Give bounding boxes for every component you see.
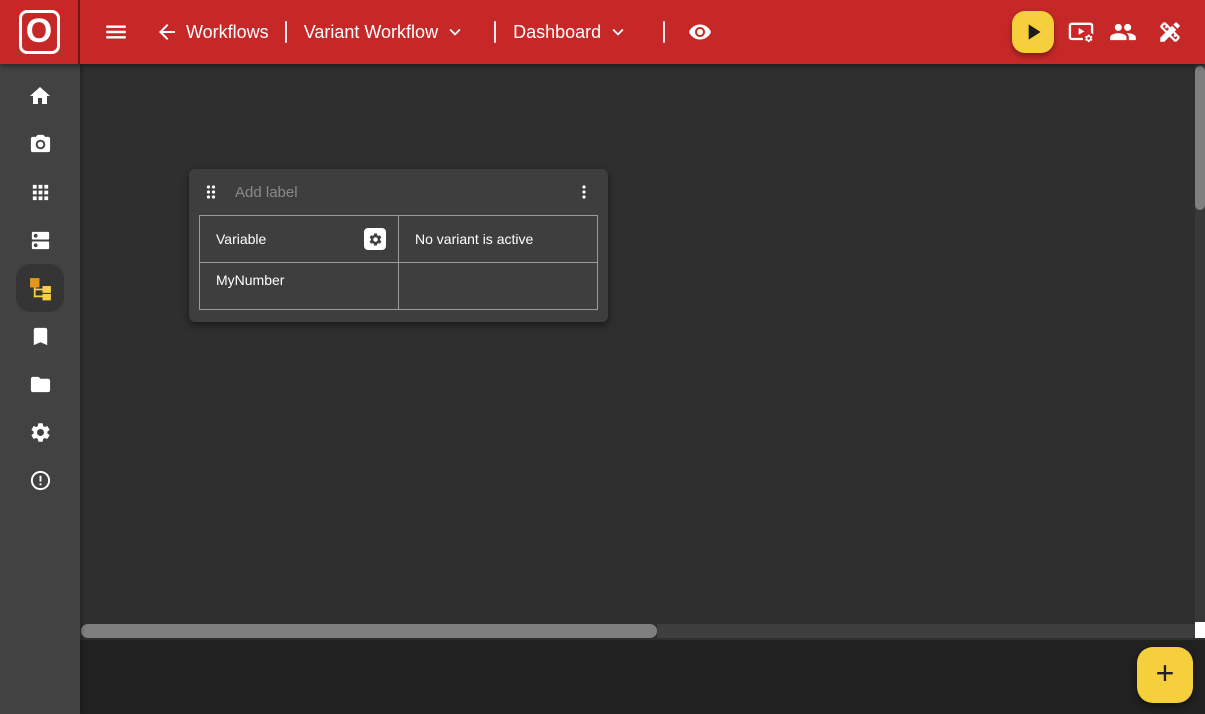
widget-label-input[interactable]: Add label xyxy=(235,184,298,201)
variable-table: Variable No variant is active MyNumber xyxy=(199,215,598,310)
widget-menu-button[interactable] xyxy=(572,180,596,204)
sidebar-item-apps[interactable] xyxy=(16,168,64,216)
variable-name: Variable xyxy=(216,231,266,247)
run-settings-button[interactable] xyxy=(1067,18,1095,46)
app-logo[interactable]: O xyxy=(0,0,80,64)
design-services-icon xyxy=(1157,19,1183,45)
design-mode-button[interactable] xyxy=(1157,19,1183,45)
variant-status-cell: No variant is active xyxy=(399,216,598,263)
dashboard-canvas[interactable]: Add label Variable xyxy=(80,64,1205,640)
folder-icon xyxy=(29,373,52,396)
apps-grid-icon xyxy=(29,181,52,204)
bottom-panel: + xyxy=(80,640,1205,714)
nav-workflows-label[interactable]: Workflows xyxy=(186,22,269,43)
bookmark-icon xyxy=(29,325,52,348)
variable-widget-card[interactable]: Add label Variable xyxy=(189,169,608,322)
horizontal-scrollbar-thumb[interactable] xyxy=(81,624,657,638)
sidebar xyxy=(0,64,80,714)
kebab-menu-icon xyxy=(574,182,594,202)
variable-value-cell[interactable] xyxy=(399,263,598,310)
preview-button[interactable] xyxy=(685,20,715,44)
workflow-selector[interactable]: Variant Workflow xyxy=(304,21,466,43)
chevron-down-icon xyxy=(607,21,629,43)
table-row: MyNumber xyxy=(200,263,598,310)
logo-letter: O xyxy=(26,14,52,48)
variable-header-cell: Variable xyxy=(200,216,399,263)
users-button[interactable] xyxy=(1109,18,1137,46)
view-selector[interactable]: Dashboard xyxy=(513,21,629,43)
gear-icon xyxy=(368,232,383,247)
app-bar: O Workflows Variant Workflow Dashboard xyxy=(0,0,1205,64)
group-icon xyxy=(1109,18,1137,46)
workflow-tree-icon xyxy=(28,276,53,301)
separator xyxy=(494,21,496,43)
run-workflow-button[interactable] xyxy=(1012,11,1054,53)
workflow-selector-label: Variant Workflow xyxy=(304,22,438,43)
sidebar-item-servers[interactable] xyxy=(16,216,64,264)
separator xyxy=(285,21,287,43)
play-icon xyxy=(1020,19,1046,45)
topbar-actions xyxy=(1012,11,1183,53)
sidebar-item-camera[interactable] xyxy=(16,120,64,168)
arrow-back-icon xyxy=(155,20,179,44)
vertical-scrollbar-thumb[interactable] xyxy=(1195,66,1205,210)
view-selector-label: Dashboard xyxy=(513,22,601,43)
variable-settings-button[interactable] xyxy=(364,228,386,250)
back-button[interactable] xyxy=(155,20,179,44)
camera-icon xyxy=(29,133,52,156)
sidebar-item-bookmarks[interactable] xyxy=(16,312,64,360)
chevron-down-icon xyxy=(444,21,466,43)
video-settings-icon xyxy=(1067,18,1095,46)
plus-icon: + xyxy=(1156,657,1175,689)
widget-header: Add label xyxy=(189,169,608,215)
sidebar-item-files[interactable] xyxy=(16,360,64,408)
eye-icon xyxy=(685,20,715,44)
drag-handle-icon[interactable] xyxy=(201,182,221,202)
dns-server-icon xyxy=(29,229,52,252)
horizontal-scrollbar-track[interactable] xyxy=(657,624,1195,638)
sidebar-item-settings[interactable] xyxy=(16,408,64,456)
variable-value-name-cell[interactable]: MyNumber xyxy=(200,263,399,310)
error-icon xyxy=(29,469,52,492)
logo-frame-icon: O xyxy=(19,10,60,54)
sidebar-item-alerts[interactable] xyxy=(16,456,64,504)
sidebar-item-home[interactable] xyxy=(16,72,64,120)
menu-button[interactable] xyxy=(103,19,129,45)
scrollbar-corner xyxy=(1195,622,1205,638)
home-icon xyxy=(28,84,52,108)
gear-icon xyxy=(29,421,52,444)
table-row: Variable No variant is active xyxy=(200,216,598,263)
separator xyxy=(663,21,665,43)
hamburger-menu-icon xyxy=(103,19,129,45)
sidebar-item-workflows[interactable] xyxy=(16,264,64,312)
add-widget-button[interactable]: + xyxy=(1137,647,1193,703)
